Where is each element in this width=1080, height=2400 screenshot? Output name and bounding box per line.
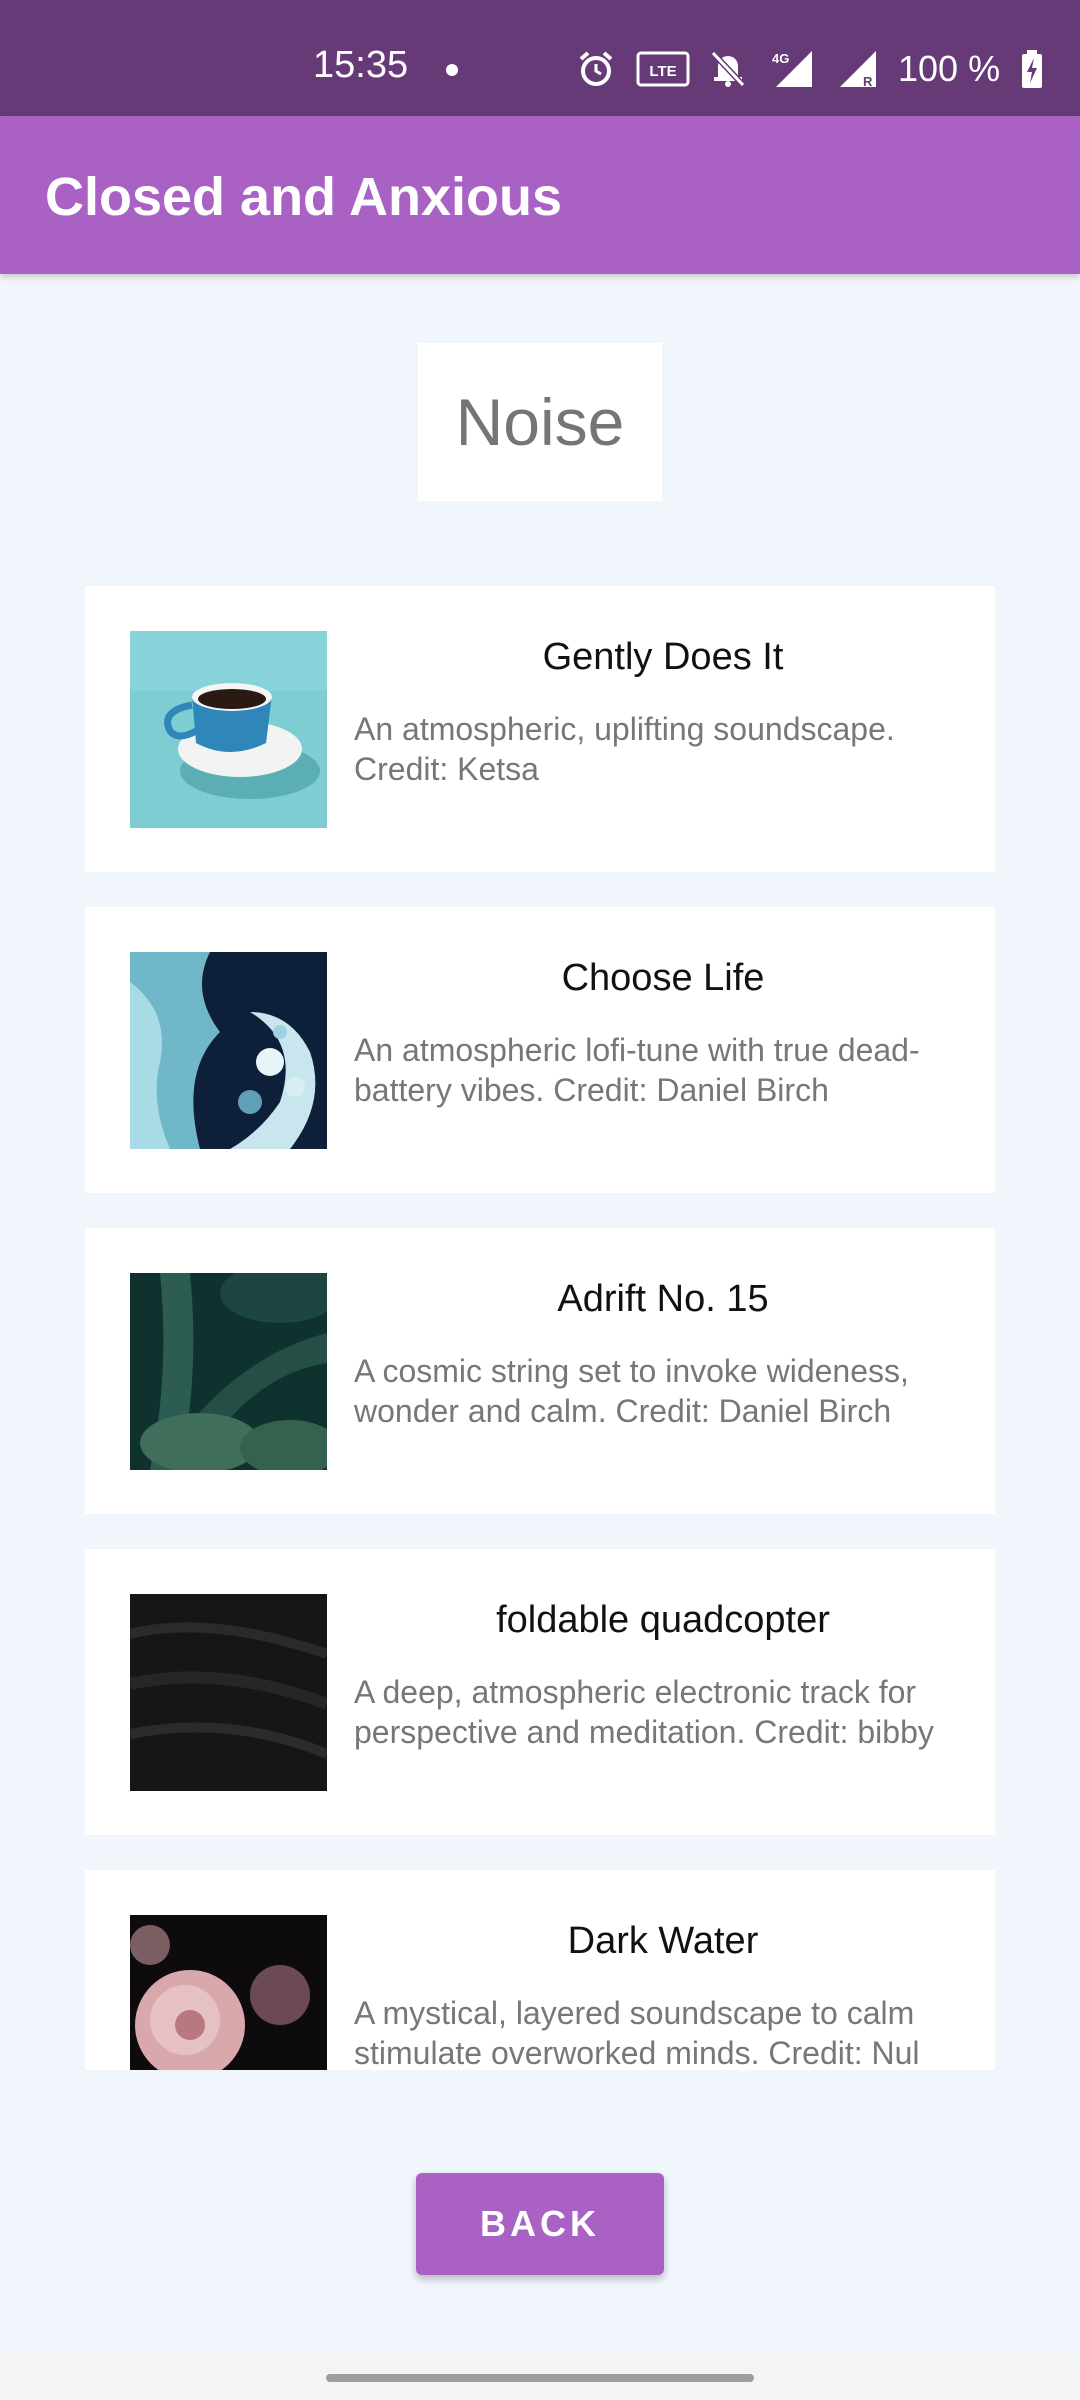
battery-charging-icon — [1022, 50, 1043, 88]
track-card[interactable]: Gently Does It An atmospheric, uplifting… — [85, 586, 995, 872]
svg-text:4G: 4G — [772, 51, 789, 66]
status-bar: 15:35 LTE 4G R 100 % — [0, 0, 1080, 116]
track-title: foldable quadcopter — [496, 1599, 830, 1641]
home-gesture-handle[interactable] — [326, 2374, 754, 2382]
black-sand-image — [130, 1594, 327, 1791]
navigation-bar — [0, 2354, 1080, 2400]
track-card[interactable]: Choose Life An atmospheric lofi-tune wit… — [85, 907, 995, 1193]
track-card[interactable]: foldable quadcopter A deep, atmospheric … — [85, 1549, 995, 1835]
notification-dot — [446, 64, 458, 76]
signal-r-icon: R — [840, 51, 876, 89]
blue-fluid-art-image — [130, 952, 327, 1149]
track-title: Gently Does It — [542, 636, 784, 678]
track-card[interactable]: Adrift No. 15 A cosmic string set to inv… — [85, 1228, 995, 1514]
track-card[interactable]: Dark Water A mystical, layered soundscap… — [85, 1870, 995, 2070]
app-bar-title: Closed and Anxious — [45, 167, 563, 227]
svg-text:R: R — [863, 74, 873, 89]
bell-off-icon — [710, 50, 746, 88]
back-button[interactable]: BACK — [416, 2173, 664, 2275]
track-title: Adrift No. 15 — [557, 1278, 769, 1320]
track-description: A mystical, layered soundscape to calm s… — [354, 1995, 920, 2070]
svg-text:LTE: LTE — [649, 63, 676, 80]
volte-icon: LTE — [636, 51, 690, 87]
track-title: Dark Water — [567, 1920, 759, 1962]
track-description: A deep, atmospheric electronic track for… — [354, 1674, 934, 1750]
coffee-cup-image — [130, 631, 327, 828]
app-bar: Closed and Anxious — [0, 116, 1080, 274]
status-time: 15:35 — [313, 44, 409, 86]
pink-roses-image — [130, 1915, 327, 2070]
track-description: A cosmic string set to invoke wideness, … — [354, 1353, 909, 1429]
track-description: An atmospheric lofi-tune with true dead-… — [354, 1032, 920, 1108]
track-description: An atmospheric, uplifting soundscape. Cr… — [354, 711, 895, 787]
track-title: Choose Life — [561, 957, 765, 999]
section-title: Noise — [418, 343, 662, 501]
alarm-icon — [579, 51, 613, 86]
green-foliage-image — [130, 1273, 327, 1470]
status-icons: LTE 4G R 100 % — [576, 46, 1044, 92]
track-list[interactable]: Gently Does It An atmospheric, uplifting… — [85, 586, 995, 2070]
signal-4g-icon: 4G — [772, 51, 812, 87]
battery-percentage: 100 % — [898, 48, 1001, 89]
